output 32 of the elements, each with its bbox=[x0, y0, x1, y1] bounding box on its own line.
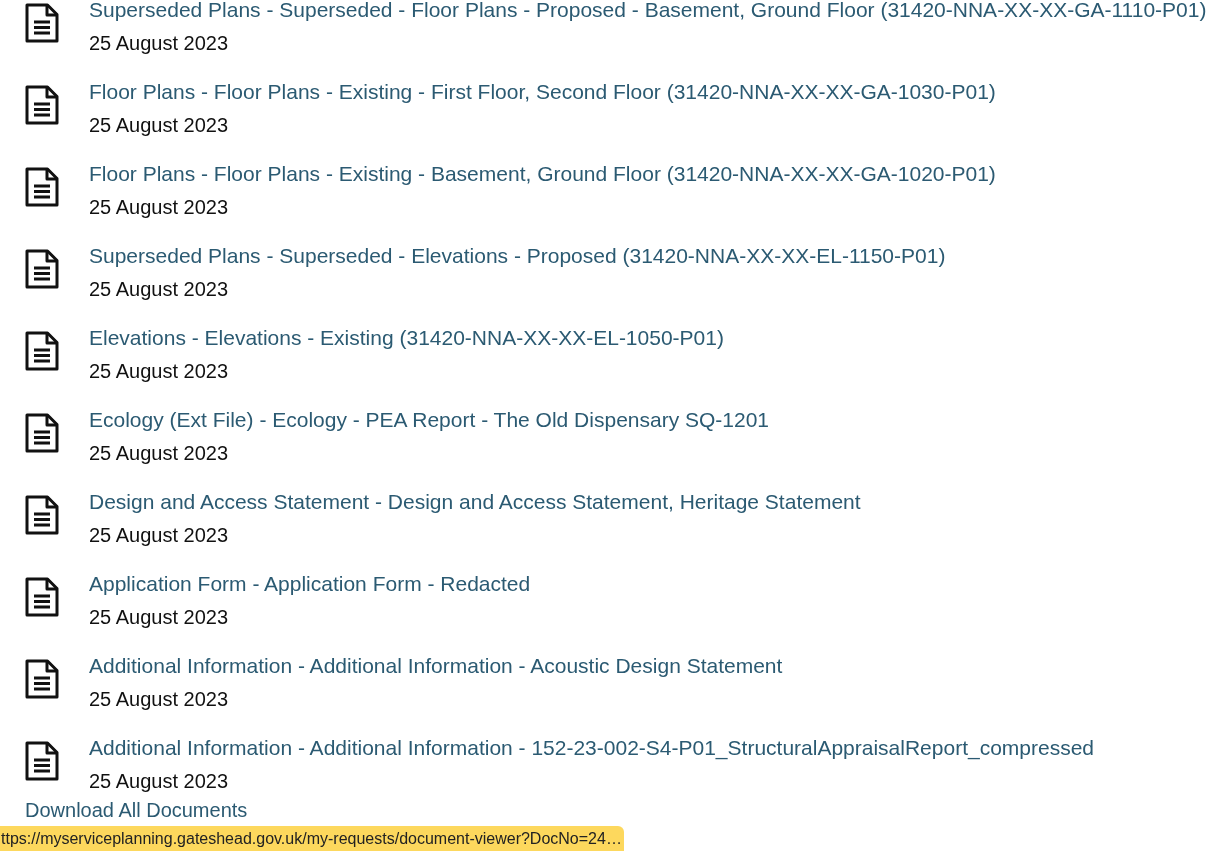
document-icon bbox=[25, 85, 59, 125]
document-icon bbox=[25, 659, 59, 699]
document-icon bbox=[25, 741, 59, 781]
document-link[interactable]: Additional Information - Additional Information - 152-23-002-S4-P01_StructuralAppraisalReport_compressed bbox=[89, 735, 1095, 761]
document-date: 25 August 2023 bbox=[89, 359, 229, 384]
document-icon bbox=[25, 249, 59, 289]
document-link[interactable]: Floor Plans - Floor Plans - Existing - Basement, Ground Floor (31420-NNA-XX-XX-GA-1020-P01) bbox=[89, 161, 996, 187]
document-icon bbox=[25, 331, 59, 371]
document-date: 25 August 2023 bbox=[89, 687, 229, 712]
document-icon bbox=[25, 577, 59, 617]
document-link[interactable]: Ecology (Ext File) - Ecology - PEA Report - The Old Dispensary SQ-1201 bbox=[89, 407, 770, 433]
document-date: 25 August 2023 bbox=[89, 769, 229, 794]
document-date: 25 August 2023 bbox=[89, 441, 229, 466]
document-icon bbox=[25, 413, 59, 453]
document-link[interactable]: Elevations - Elevations - Existing (31420-NNA-XX-XX-EL-1050-P01) bbox=[89, 325, 724, 351]
download-all-link[interactable]: Download All Documents bbox=[25, 799, 248, 821]
document-link[interactable]: Floor Plans - Floor Plans - Existing - First Floor, Second Floor (31420-NNA-XX-XX-GA-1030-P01) bbox=[89, 79, 996, 105]
document-icon bbox=[25, 495, 59, 535]
document-icon bbox=[25, 3, 59, 43]
document-link[interactable]: Design and Access Statement - Design and Access Statement, Heritage Statement bbox=[89, 489, 861, 515]
url-status-bubble: ttps://myserviceplanning.gateshead.gov.uk/my-requests/document-viewer?DocNo=24… bbox=[0, 826, 624, 851]
document-date: 25 August 2023 bbox=[89, 113, 229, 138]
document-link[interactable]: Application Form - Application Form - Redacted bbox=[89, 571, 531, 597]
document-link[interactable]: Superseded Plans - Superseded - Floor Plans - Proposed - Basement, Ground Floor (31420-NNA-XX-XX-GA-1110-P01) bbox=[89, 0, 1207, 23]
document-date: 25 August 2023 bbox=[89, 195, 229, 220]
document-date: 25 August 2023 bbox=[89, 277, 229, 302]
document-date: 25 August 2023 bbox=[89, 605, 229, 630]
document-link[interactable]: Superseded Plans - Superseded - Elevations - Proposed (31420-NNA-XX-XX-EL-1150-P01) bbox=[89, 243, 946, 269]
document-icon bbox=[25, 167, 59, 207]
document-date: 25 August 2023 bbox=[89, 31, 229, 56]
document-date: 25 August 2023 bbox=[89, 523, 229, 548]
document-link[interactable]: Additional Information - Additional Information - Acoustic Design Statement bbox=[89, 653, 783, 679]
